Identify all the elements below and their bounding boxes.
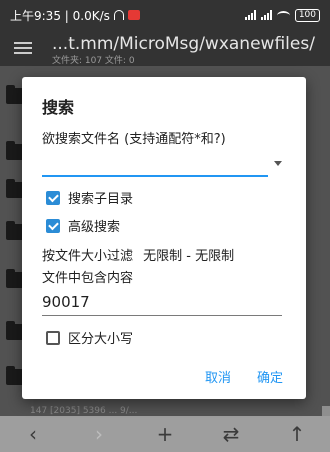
app-toolbar: ...t.mm/MicroMsg/wxanewfiles/ 文件夹: 107 文…: [0, 30, 330, 66]
wifi-icon: [276, 10, 290, 20]
app-notification-icon: [127, 10, 140, 20]
path-title: ...t.mm/MicroMsg/wxanewfiles/: [52, 34, 315, 54]
bottom-action-bar: ‹ › + ⇄ ↑: [0, 416, 330, 452]
subdir-option[interactable]: 搜索子目录: [46, 188, 133, 207]
status-bar: 上午9:35 | 0.0K/s 100: [0, 0, 330, 30]
signal-icon: [244, 10, 256, 20]
advanced-checkbox[interactable]: [46, 218, 60, 233]
cancel-button[interactable]: 取消: [205, 367, 231, 386]
case-option[interactable]: 区分大小写: [46, 328, 133, 347]
signal-icon-2: [260, 10, 272, 20]
back-button[interactable]: ‹: [13, 422, 53, 446]
content-input[interactable]: [42, 288, 282, 316]
case-label: 区分大小写: [68, 332, 134, 347]
advanced-label: 高级搜索: [68, 220, 121, 235]
dialog-title: 搜索: [42, 98, 75, 117]
add-button[interactable]: +: [145, 422, 185, 446]
status-time-speed: 上午9:35 | 0.0K/s: [10, 8, 110, 23]
filename-label: 欲搜索文件名 (支持通配符*和?): [42, 132, 226, 147]
swap-button[interactable]: ⇄: [211, 422, 251, 446]
up-button[interactable]: ↑: [277, 422, 317, 446]
filename-input[interactable]: [42, 153, 268, 177]
battery-icon: 100: [294, 8, 320, 22]
advanced-option[interactable]: 高级搜索: [46, 216, 120, 235]
search-dialog: 搜索 欲搜索文件名 (支持通配符*和?) 搜索子目录 高级搜索 按文件大小过滤 …: [22, 77, 306, 399]
subdir-checkbox[interactable]: [46, 190, 60, 205]
path-subtitle: 文件夹: 107 文件: 0: [52, 56, 135, 66]
subdir-label: 搜索子目录: [68, 192, 134, 207]
size-filter-label: 按文件大小过滤: [42, 249, 134, 264]
headset-icon: [113, 10, 124, 20]
menu-icon[interactable]: [14, 42, 32, 54]
ok-button[interactable]: 确定: [257, 367, 283, 386]
forward-button[interactable]: ›: [79, 422, 119, 446]
list-item-meta: 147 [2035] 5396 ... 9/...: [30, 406, 138, 416]
size-filter-row[interactable]: 按文件大小过滤 无限制 - 无限制: [42, 245, 234, 264]
content-label: 文件中包含内容: [42, 271, 134, 286]
dropdown-arrow-icon[interactable]: [274, 161, 282, 166]
size-filter-value: 无限制 - 无限制: [143, 249, 235, 264]
case-checkbox[interactable]: [46, 330, 60, 345]
